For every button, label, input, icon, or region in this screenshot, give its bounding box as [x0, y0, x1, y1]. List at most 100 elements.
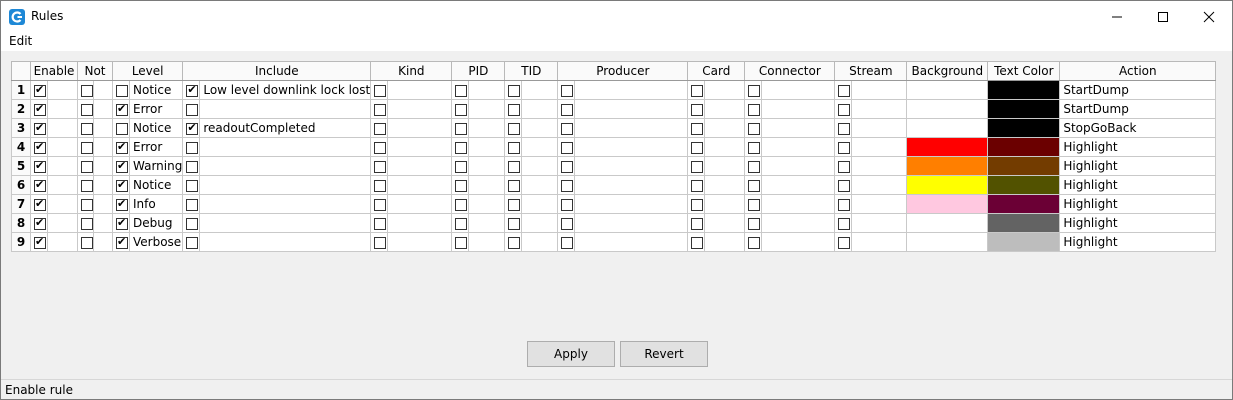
pid-checkbox[interactable]	[455, 141, 468, 154]
col-header-background[interactable]: Background	[906, 61, 989, 81]
stream-checkbox[interactable]	[838, 179, 851, 192]
row-number[interactable]: 7	[11, 194, 31, 214]
tid-checkbox[interactable]	[508, 141, 521, 154]
text-color-swatch[interactable]	[987, 194, 1061, 214]
level-check-cell[interactable]	[112, 213, 130, 233]
card-check-cell[interactable]	[687, 99, 706, 119]
include-value[interactable]	[199, 175, 372, 195]
producer-check-cell[interactable]	[557, 80, 576, 100]
connector-value[interactable]	[761, 80, 836, 100]
include-checkbox[interactable]	[186, 198, 199, 211]
include-check-cell[interactable]	[182, 118, 201, 138]
pid-checkbox[interactable]	[455, 103, 468, 116]
connector-checkbox[interactable]	[748, 160, 761, 173]
stream-checkbox[interactable]	[838, 84, 851, 97]
col-header-level[interactable]: Level	[111, 61, 184, 81]
col-header-connector[interactable]: Connector	[744, 61, 836, 81]
stream-checkbox[interactable]	[838, 103, 851, 116]
not-cell[interactable]	[77, 232, 94, 252]
table-row[interactable]: 6 Notice Highlight	[11, 175, 1217, 195]
enable-cell[interactable]	[30, 156, 48, 176]
kind-checkbox[interactable]	[374, 103, 387, 116]
col-header-pid[interactable]: PID	[451, 61, 506, 81]
include-value[interactable]: Low level downlink lock lost	[199, 80, 372, 100]
pid-value[interactable]	[468, 118, 506, 138]
minimize-button[interactable]	[1094, 1, 1140, 32]
include-checkbox[interactable]	[186, 83, 199, 97]
stream-check-cell[interactable]	[834, 213, 853, 233]
card-check-cell[interactable]	[687, 232, 706, 252]
card-checkbox[interactable]	[691, 160, 704, 173]
pid-value[interactable]	[468, 156, 506, 176]
pid-checkbox[interactable]	[455, 179, 468, 192]
action-value[interactable]: Highlight	[1059, 232, 1217, 252]
card-check-cell[interactable]	[687, 213, 706, 233]
card-check-cell[interactable]	[687, 175, 706, 195]
kind-checkbox[interactable]	[374, 160, 387, 173]
pid-value[interactable]	[468, 137, 506, 157]
pid-check-cell[interactable]	[451, 213, 470, 233]
producer-checkbox[interactable]	[561, 103, 574, 116]
action-value[interactable]: Highlight	[1059, 213, 1217, 233]
kind-value[interactable]	[387, 137, 453, 157]
card-check-cell[interactable]	[687, 194, 706, 214]
col-header-card[interactable]: Card	[687, 61, 746, 81]
connector-check-cell[interactable]	[744, 137, 763, 157]
tid-value[interactable]	[521, 137, 559, 157]
tid-check-cell[interactable]	[504, 213, 523, 233]
apply-button[interactable]: Apply	[527, 341, 615, 367]
col-header-kind[interactable]: Kind	[370, 61, 453, 81]
text-color-swatch[interactable]	[987, 137, 1061, 157]
table-row[interactable]: 5 Warning Highlight	[11, 156, 1217, 176]
row-number[interactable]: 3	[11, 118, 31, 138]
tid-check-cell[interactable]	[504, 194, 523, 214]
kind-value[interactable]	[387, 99, 453, 119]
text-color-swatch[interactable]	[987, 213, 1061, 233]
pid-value[interactable]	[468, 213, 506, 233]
not-checkbox[interactable]	[81, 217, 93, 230]
enable-checkbox[interactable]	[34, 102, 46, 116]
enable-checkbox[interactable]	[34, 178, 46, 192]
card-value[interactable]	[704, 118, 746, 138]
producer-check-cell[interactable]	[557, 156, 576, 176]
pid-check-cell[interactable]	[451, 194, 470, 214]
kind-value[interactable]	[387, 118, 453, 138]
kind-value[interactable]	[387, 232, 453, 252]
card-check-cell[interactable]	[687, 80, 706, 100]
include-value[interactable]	[199, 213, 372, 233]
enable-cell[interactable]	[30, 232, 48, 252]
level-checkbox[interactable]	[116, 122, 128, 135]
card-checkbox[interactable]	[691, 141, 704, 154]
connector-check-cell[interactable]	[744, 118, 763, 138]
level-check-cell[interactable]	[112, 194, 130, 214]
stream-value[interactable]	[851, 156, 908, 176]
enable-cell[interactable]	[30, 137, 48, 157]
card-checkbox[interactable]	[691, 103, 704, 116]
pid-check-cell[interactable]	[451, 137, 470, 157]
card-check-cell[interactable]	[687, 118, 706, 138]
text-color-swatch[interactable]	[987, 232, 1061, 252]
not-cell[interactable]	[77, 99, 94, 119]
row-number[interactable]: 2	[11, 99, 31, 119]
table-row[interactable]: 7 Info Highlight	[11, 194, 1217, 214]
include-check-cell[interactable]	[182, 80, 201, 100]
connector-checkbox[interactable]	[748, 122, 761, 135]
not-cell[interactable]	[77, 194, 94, 214]
connector-check-cell[interactable]	[744, 232, 763, 252]
row-number[interactable]: 4	[11, 137, 31, 157]
level-check-cell[interactable]	[112, 175, 130, 195]
stream-checkbox[interactable]	[838, 141, 851, 154]
pid-checkbox[interactable]	[455, 217, 468, 230]
include-checkbox[interactable]	[186, 160, 199, 173]
pid-checkbox[interactable]	[455, 160, 468, 173]
kind-checkbox[interactable]	[374, 141, 387, 154]
connector-check-cell[interactable]	[744, 156, 763, 176]
kind-checkbox[interactable]	[374, 236, 387, 249]
stream-value[interactable]	[851, 194, 908, 214]
producer-check-cell[interactable]	[557, 175, 576, 195]
row-number[interactable]: 9	[11, 232, 31, 252]
connector-value[interactable]	[761, 99, 836, 119]
connector-check-cell[interactable]	[744, 80, 763, 100]
producer-value[interactable]	[574, 118, 689, 138]
background-color-swatch[interactable]	[906, 99, 989, 119]
